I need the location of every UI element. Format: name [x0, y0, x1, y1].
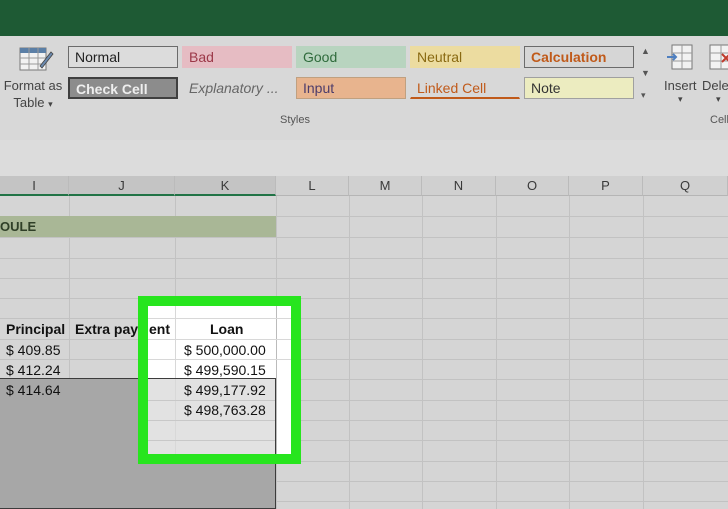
style-good[interactable]: Good [296, 46, 406, 68]
principal-cell[interactable]: $ 412.24 [6, 360, 61, 380]
style-normal[interactable]: Normal [68, 46, 178, 68]
format-as-table-label-line1: Format as [3, 78, 63, 93]
column-header-q[interactable]: Q [643, 176, 728, 196]
gallery-more-icon[interactable]: ▾ [641, 90, 646, 101]
style-neutral[interactable]: Neutral [410, 46, 520, 68]
principal-cell[interactable]: $ 414.64 [6, 380, 61, 400]
green-highlight-frame [138, 296, 301, 464]
scroll-up-icon[interactable]: ▲ [641, 46, 650, 56]
style-bad[interactable]: Bad [182, 46, 292, 68]
column-header-o[interactable]: O [496, 176, 569, 196]
column-header-k[interactable]: K [175, 176, 276, 196]
column-header-p[interactable]: P [569, 176, 643, 196]
insert-button[interactable]: Insert ▾ [660, 42, 704, 112]
chevron-down-icon: ▾ [678, 94, 683, 104]
style-input[interactable]: Input [296, 77, 406, 99]
column-header-j[interactable]: J [69, 176, 175, 196]
formula-bar-area [0, 140, 728, 176]
column-header-l[interactable]: L [276, 176, 349, 196]
delete-cells-icon [709, 44, 728, 70]
insert-label: Insert [664, 78, 697, 93]
gridline [0, 339, 728, 340]
column-header-m[interactable]: M [349, 176, 422, 196]
style-explanatory[interactable]: Explanatory ... [182, 77, 292, 99]
style-check-cell[interactable]: Check Cell [68, 77, 178, 99]
column-header-n[interactable]: N [422, 176, 496, 196]
column-header-i[interactable]: I [0, 176, 69, 196]
gridline [0, 359, 728, 360]
gridline [349, 196, 350, 509]
chevron-down-icon: ▾ [48, 99, 53, 109]
format-as-table-icon [19, 47, 54, 71]
styles-group-label: Styles [280, 114, 310, 126]
gridline [0, 237, 728, 238]
style-calculation[interactable]: Calculation [524, 46, 634, 68]
insert-cells-icon [667, 44, 693, 70]
style-linked-cell[interactable]: Linked Cell [410, 77, 520, 99]
header-principal[interactable]: Principal [6, 319, 65, 339]
gridline [569, 196, 570, 509]
gridline [422, 196, 423, 509]
schedule-title: OULE [0, 219, 37, 234]
gridline [643, 196, 644, 509]
gridline [0, 278, 728, 279]
gridline [0, 298, 728, 299]
scroll-down-icon[interactable]: ▼ [641, 68, 650, 78]
chevron-down-icon: ▾ [716, 94, 721, 104]
delete-label: Dele [702, 78, 728, 93]
format-as-table-button[interactable]: Format as Table ▾ [0, 42, 66, 118]
delete-button[interactable]: Dele ▾ [700, 42, 728, 112]
header-extra-payment[interactable]: Extra payı [75, 319, 142, 339]
schedule-title-band[interactable] [0, 216, 276, 237]
title-bar [0, 0, 728, 36]
style-note[interactable]: Note [524, 77, 634, 99]
cells-group-label: Cell [710, 114, 728, 126]
gridline [496, 196, 497, 509]
format-as-table-label-line2: Table ▾ [13, 95, 53, 110]
gallery-scroll[interactable]: ▲ ▼ ▾ [638, 44, 654, 106]
gridline [0, 258, 728, 259]
principal-cell[interactable]: $ 409.85 [6, 340, 61, 360]
